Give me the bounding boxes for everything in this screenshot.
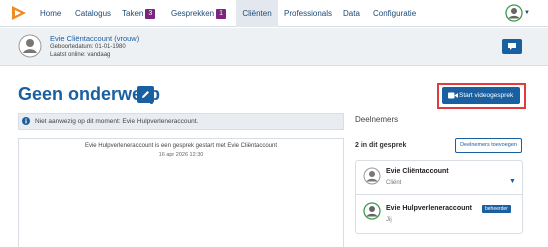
participants-divider (356, 194, 522, 195)
logo-icon[interactable] (10, 4, 28, 22)
system-message: Evie Hulpverleneraccount is een gesprek … (84, 143, 278, 149)
gesprekken-count-badge: 1 (216, 9, 227, 19)
edit-title-button[interactable] (137, 86, 154, 103)
nav-professionals[interactable]: Professionals (284, 0, 332, 27)
client-header: Evie Cliëntaccount (vrouw) Geboortedatum… (0, 28, 548, 66)
add-participants-button[interactable]: Deelnemers toevoegen (455, 138, 522, 153)
admin-badge: beheerder (482, 205, 511, 213)
participant-role: Jij (386, 217, 392, 223)
participant-avatar-icon (363, 202, 381, 220)
nav-taken[interactable]: Taken 3 (122, 0, 156, 27)
participants-heading: Deelnemers (355, 115, 399, 124)
client-last-online: Laatst online: vandaag (50, 52, 111, 58)
participant-avatar-icon (363, 167, 381, 185)
chevron-down-icon[interactable]: ▼ (509, 178, 516, 185)
participant-role: Cliënt (386, 180, 402, 186)
chat-button[interactable] (502, 39, 522, 54)
nav-catalogus[interactable]: Catalogus (75, 0, 111, 27)
client-avatar-icon (18, 34, 42, 58)
chevron-down-icon[interactable]: ▼ (524, 10, 530, 16)
participant-name: Evie Cliëntaccount (386, 168, 449, 175)
client-name-link[interactable]: Evie Cliëntaccount (vrouw) (50, 34, 139, 43)
participant-name: Evie Hulpverleneraccount (386, 205, 472, 212)
user-avatar-icon[interactable] (505, 4, 523, 22)
system-message-time: 16 apr 2026 12:30 (158, 152, 204, 158)
nav-home[interactable]: Home (40, 0, 61, 27)
nav-data[interactable]: Data (343, 0, 360, 27)
nav-gesprekken[interactable]: Gesprekken 1 (171, 0, 227, 27)
video-camera-icon (448, 92, 458, 99)
pencil-icon (142, 91, 149, 98)
info-icon (22, 117, 30, 125)
nav-clienten[interactable]: Cliënten (236, 0, 278, 27)
chat-icon (508, 43, 516, 50)
client-dob: Geboortedatum: 01-01-1980 (50, 44, 126, 50)
participants-count: 2 in dit gesprek (355, 142, 407, 149)
nav-configuratie[interactable]: Configuratie (373, 0, 416, 27)
top-navigation: Home Catalogus Taken 3 Gesprekken 1 Cliënt… (0, 0, 548, 27)
absence-notice: Niet aanwezig op dit moment: Evie Hulpve… (18, 113, 344, 130)
taken-count-badge: 3 (145, 9, 156, 19)
